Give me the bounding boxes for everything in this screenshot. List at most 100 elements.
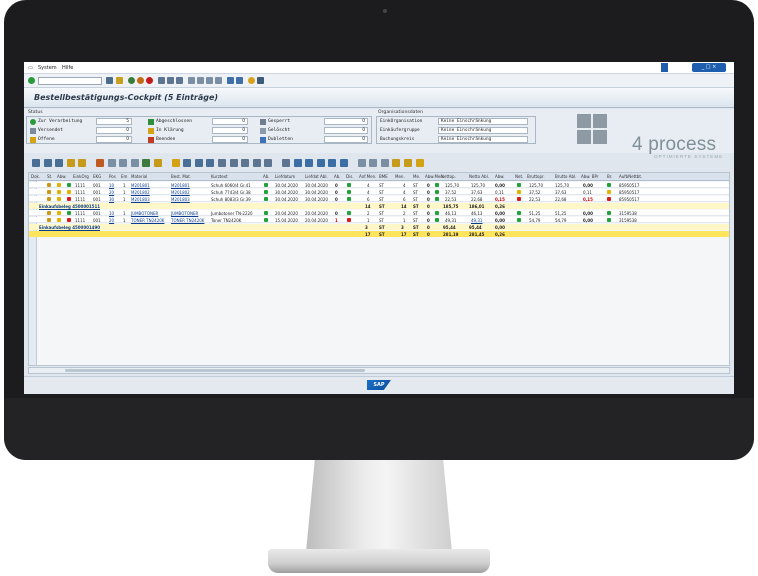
help-icon[interactable] — [248, 77, 255, 84]
excel-icon[interactable] — [357, 159, 366, 167]
window-restore-icon[interactable] — [661, 63, 668, 72]
window-controls[interactable]: _ □ × — [692, 63, 726, 72]
layout-menu-icon[interactable] — [257, 77, 264, 84]
item-link[interactable]: 20 — [109, 190, 114, 195]
column-header[interactable]: Ab. — [334, 174, 341, 179]
previous-page-icon[interactable] — [197, 77, 204, 84]
shortcut-icon[interactable] — [236, 77, 243, 84]
material-link[interactable]: M201802 — [131, 190, 150, 195]
column-header[interactable]: Best. Mat. — [171, 174, 191, 179]
delete-icon[interactable] — [96, 159, 104, 167]
document-icon[interactable] — [47, 211, 51, 215]
status-count-clarification[interactable]: 0 — [212, 127, 248, 134]
column-header[interactable]: Material — [131, 174, 147, 179]
org-value-company-code[interactable]: Keine Einschränkung — [438, 136, 528, 143]
help-icon[interactable] — [415, 159, 424, 167]
document-icon[interactable] — [47, 183, 51, 187]
settings-icon[interactable] — [404, 159, 412, 167]
command-field[interactable] — [38, 77, 102, 85]
table-row[interactable]: 1111 001 20 1 TONER TN2420K TONER TN2420K Tone… — [29, 217, 729, 223]
mail-icon[interactable] — [218, 159, 226, 167]
column-header[interactable]: Em — [121, 174, 127, 179]
layout-icon[interactable] — [194, 159, 203, 167]
first-page-icon[interactable] — [188, 77, 195, 84]
back-icon[interactable] — [128, 77, 135, 84]
check-icon[interactable] — [55, 159, 64, 167]
column-header[interactable]: Me. — [413, 174, 420, 179]
material-link[interactable]: M201803 — [131, 197, 150, 202]
column-header[interactable]: Brutto Abl. — [555, 174, 576, 179]
subtotal-icon[interactable] — [154, 159, 162, 167]
column-header[interactable]: Bruttopr. — [527, 174, 545, 179]
purchase-document-link[interactable]: Einkaufsbeleg 4500001511 — [39, 204, 100, 209]
sum-icon[interactable] — [142, 159, 151, 167]
material-link[interactable]: JUMBOTONER — [131, 211, 158, 216]
filter-icon[interactable] — [130, 159, 139, 167]
new-session-icon[interactable] — [227, 77, 234, 84]
ordered-material-link[interactable]: M201802 — [171, 190, 190, 195]
scroll-thumb[interactable] — [65, 369, 365, 372]
column-header[interactable]: Net. — [515, 174, 523, 179]
column-header[interactable]: Liefdatum — [275, 174, 295, 179]
clarify-icon[interactable] — [252, 159, 261, 167]
purchase-document-link[interactable]: Einkaufsbeleg 4500001490 — [39, 225, 100, 230]
column-header[interactable]: Kurztext — [211, 174, 228, 179]
material-link[interactable]: TONER TN2420K — [131, 218, 164, 223]
column-header[interactable]: Nettop. — [441, 174, 456, 179]
column-header[interactable]: Anf.Men. — [359, 174, 376, 179]
reject-icon[interactable] — [241, 159, 250, 167]
status-count-duplicates[interactable]: 0 — [324, 136, 368, 143]
graphic-icon[interactable] — [328, 159, 337, 167]
column-header[interactable]: St. — [47, 174, 52, 179]
word-icon[interactable] — [369, 159, 378, 167]
column-header[interactable]: Dok. — [31, 174, 40, 179]
status-count-ended[interactable]: 0 — [212, 136, 248, 143]
next-page-icon[interactable] — [206, 77, 213, 84]
column-header[interactable]: EKG — [93, 174, 101, 179]
find-next-icon[interactable] — [176, 77, 183, 84]
item-link[interactable]: 30 — [109, 197, 114, 202]
column-header[interactable]: Liefdat Abl. — [305, 174, 328, 179]
table-row[interactable]: 1111 001 10 1 M201801 M201801 Schuh 6060/4 Gr.… — [29, 182, 729, 188]
org-value-purch-org[interactable]: Keine Einschränkung — [438, 118, 528, 125]
status-count-sent[interactable]: 0 — [96, 127, 132, 134]
column-header[interactable]: Ab. — [263, 174, 270, 179]
document-icon[interactable] — [47, 218, 51, 222]
ordered-material-link[interactable]: M201801 — [171, 183, 190, 188]
attach-icon[interactable] — [282, 159, 290, 167]
subtotal-row[interactable]: Einkaufsbeleg 4500001490 3 ST 3 ST 0 95,44 95,4… — [29, 224, 729, 230]
total-row[interactable]: 17 ST 17 ST 0 281,19 281,45 0,26 — [29, 231, 729, 237]
ordered-material-link[interactable]: M201803 — [171, 197, 190, 202]
document-icon[interactable] — [47, 190, 51, 194]
print-icon[interactable] — [171, 159, 180, 167]
sort-asc-icon[interactable] — [107, 159, 116, 167]
refresh-icon[interactable] — [43, 159, 52, 167]
column-header[interactable]: Men. — [395, 174, 405, 179]
status-count-completed[interactable]: 0 — [212, 118, 248, 125]
ordered-material-link[interactable]: JUMBOTONER — [171, 211, 198, 216]
history-icon[interactable] — [305, 159, 314, 167]
last-page-icon[interactable] — [215, 77, 222, 84]
enter-icon[interactable] — [28, 77, 35, 84]
material-link[interactable]: M201801 — [131, 183, 150, 188]
column-header[interactable]: Abw. — [495, 174, 504, 179]
menu-help[interactable]: Hilfe — [62, 65, 73, 71]
edit-icon[interactable] — [66, 159, 75, 167]
net-price-confirmed-cell[interactable]: 49,31 — [471, 218, 482, 223]
table-row[interactable]: 1111 001 20 1 M201802 M201802 Schuh 7743/4 Gr.… — [29, 189, 729, 195]
menu-icon[interactable]: ▭ — [28, 65, 33, 71]
column-header[interactable]: Abw. BPr — [581, 174, 598, 179]
document-icon[interactable] — [47, 197, 51, 201]
column-header[interactable]: Pos — [109, 174, 116, 179]
menu-system[interactable]: System — [38, 65, 57, 71]
find-icon[interactable] — [167, 77, 174, 84]
org-value-purch-group[interactable]: Keine Einschränkung — [438, 127, 528, 134]
log-icon[interactable] — [316, 159, 325, 167]
column-header[interactable]: EinkOrg — [73, 174, 89, 179]
horizontal-scrollbar[interactable] — [28, 367, 730, 374]
approve-icon[interactable] — [229, 159, 238, 167]
column-header[interactable]: Dis. — [346, 174, 354, 179]
item-link[interactable]: 20 — [109, 218, 114, 223]
export-icon[interactable] — [183, 159, 192, 167]
cancel-icon[interactable] — [146, 77, 153, 84]
